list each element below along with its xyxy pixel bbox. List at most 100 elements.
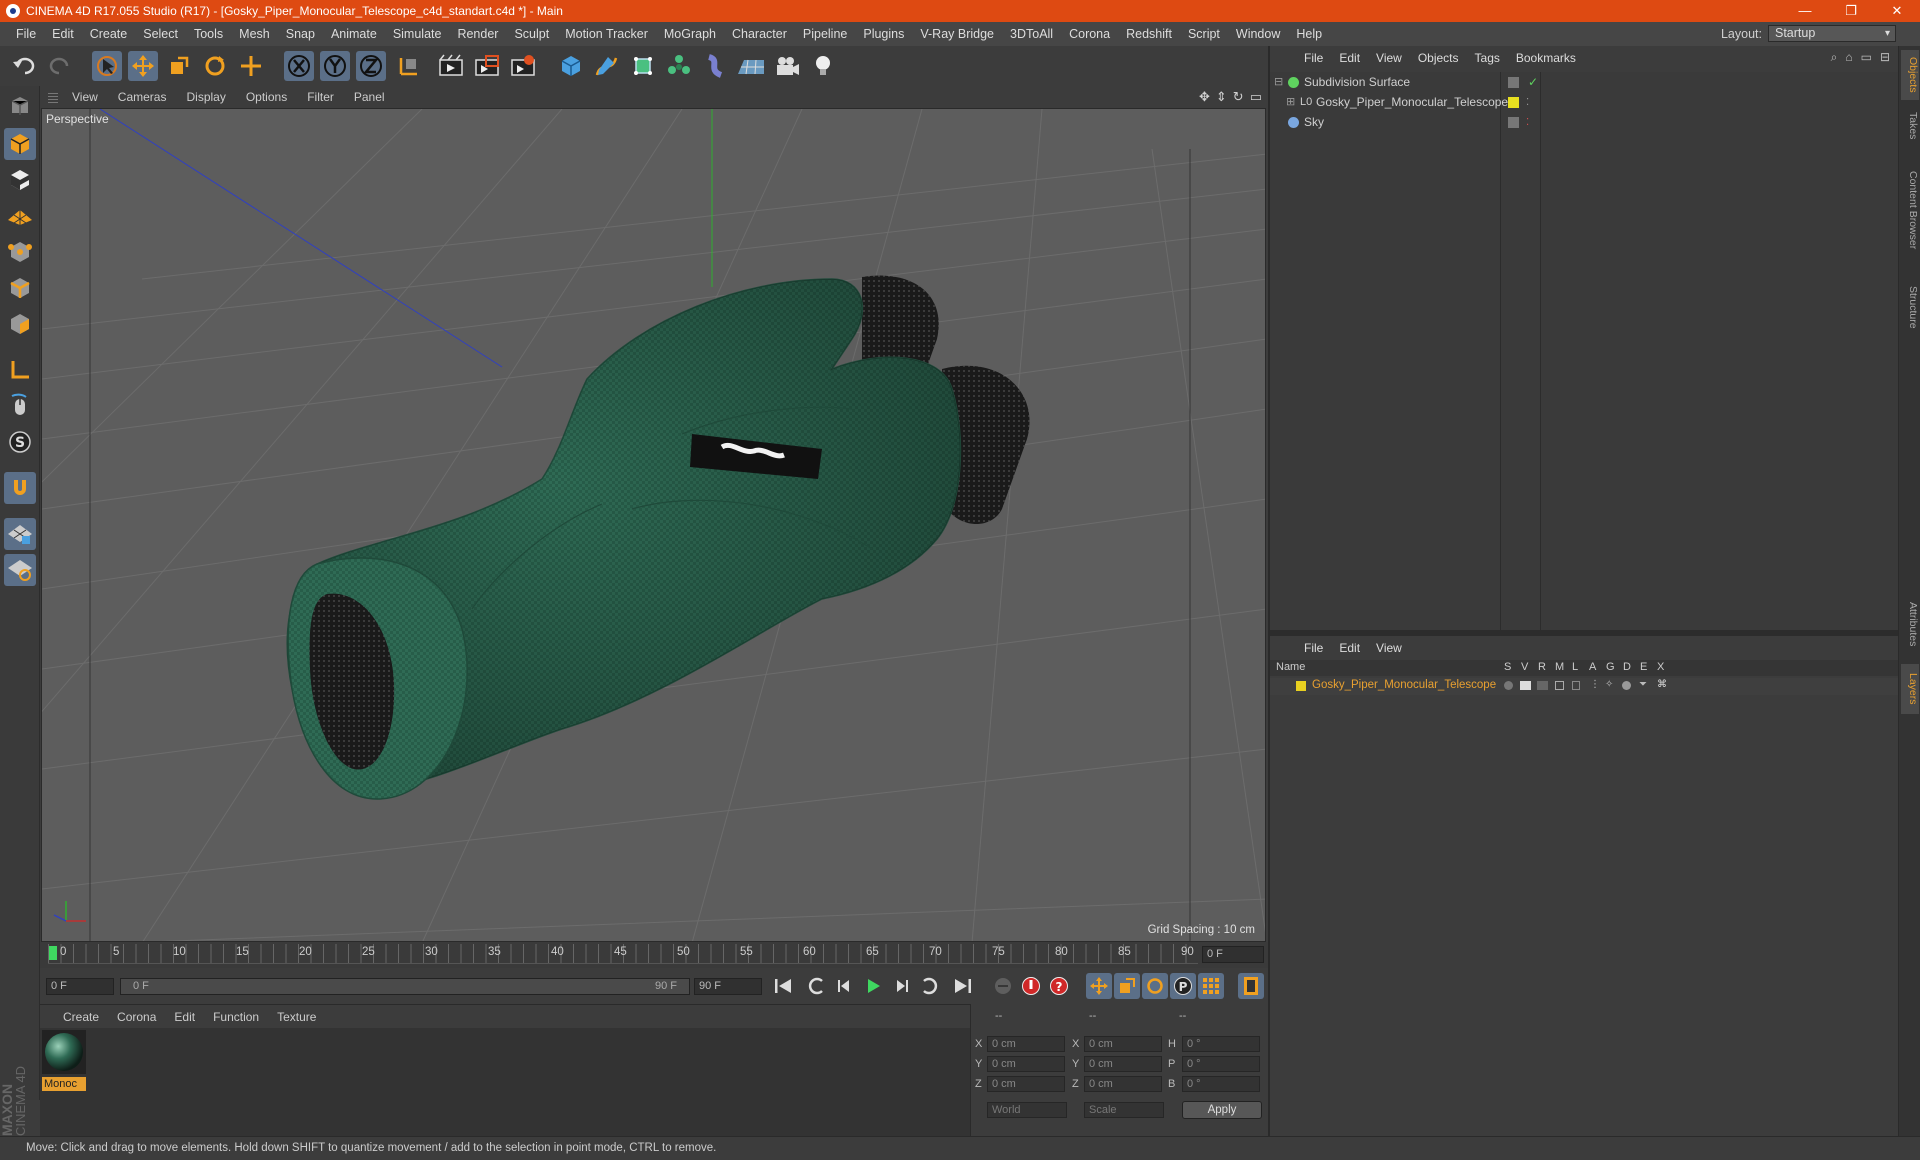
workplane-lock-icon[interactable] (4, 518, 36, 550)
home-icon[interactable]: ⌂ (1845, 50, 1852, 65)
viewport-maximize-icon[interactable]: ▭ (1250, 89, 1262, 105)
layer-col-expressions[interactable]: E (1640, 661, 1647, 673)
timeline-window-icon[interactable] (1238, 973, 1264, 999)
layer-manager-icon[interactable] (1555, 681, 1564, 690)
recent-tools-icon[interactable] (236, 51, 266, 81)
apply-button[interactable]: Apply (1182, 1101, 1262, 1119)
size-z-field[interactable]: 0 cm (1084, 1076, 1162, 1092)
light-icon[interactable] (808, 51, 838, 81)
layer-menu-edit[interactable]: Edit (1331, 641, 1368, 655)
cloner-mograph-icon[interactable] (664, 51, 694, 81)
layer-name[interactable]: Gosky_Piper_Monocular_Telescope (1312, 679, 1496, 691)
enabled-check-icon[interactable]: ✓ (1528, 73, 1538, 92)
layer-col-render[interactable]: R (1538, 661, 1546, 673)
object-menu-file[interactable]: File (1296, 51, 1331, 65)
edges-mode-icon[interactable] (4, 272, 36, 304)
position-x-field[interactable]: 0 cm (987, 1036, 1065, 1052)
position-z-field[interactable]: 0 cm (987, 1076, 1065, 1092)
menu-motion-tracker[interactable]: Motion Tracker (557, 27, 656, 41)
go-to-end-icon[interactable] (950, 973, 976, 999)
layer-render-icon[interactable] (1537, 681, 1548, 690)
layer-animation-icon[interactable]: ⋮ (1590, 679, 1600, 690)
material-menu-function[interactable]: Function (204, 1010, 268, 1024)
render-view-icon[interactable] (436, 51, 466, 81)
points-mode-icon[interactable] (4, 236, 36, 268)
menu-tools[interactable]: Tools (186, 27, 231, 41)
viewport-pan-icon[interactable]: ✥ (1199, 89, 1210, 105)
layer-lock-icon[interactable] (1572, 681, 1580, 690)
layer-xref-icon[interactable]: ⌘ (1657, 679, 1667, 690)
start-frame-field[interactable]: 0 F (46, 978, 114, 995)
layer-view-icon[interactable] (1520, 681, 1531, 690)
layer-deformers-icon[interactable] (1622, 681, 1631, 690)
layer-col-deformers[interactable]: D (1623, 661, 1631, 673)
polygons-mode-icon[interactable] (4, 308, 36, 340)
move-tool-icon[interactable] (128, 51, 158, 81)
object-row-subdivision-surface[interactable]: ⊟ Subdivision Surface ✓ (1270, 73, 1900, 92)
object-menu-edit[interactable]: Edit (1331, 51, 1368, 65)
current-frame-field[interactable]: 0 F (1202, 946, 1264, 963)
undo-icon[interactable] (10, 51, 40, 81)
rotation-p-field[interactable]: 0 ° (1182, 1056, 1260, 1072)
key-pla-icon[interactable] (1198, 973, 1224, 999)
menu-create[interactable]: Create (82, 27, 136, 41)
camera-icon[interactable] (772, 51, 802, 81)
layer-solo-icon[interactable] (1504, 681, 1513, 690)
scale-dropdown[interactable]: Scale (1084, 1102, 1164, 1118)
menu-simulate[interactable]: Simulate (385, 27, 450, 41)
key-scale-icon[interactable] (1114, 973, 1140, 999)
layer-col-view[interactable]: V (1521, 661, 1528, 673)
menu-select[interactable]: Select (135, 27, 186, 41)
menu-3dtoall[interactable]: 3DToAll (1002, 27, 1061, 41)
pen-spline-icon[interactable] (592, 51, 622, 81)
next-key-icon[interactable] (916, 973, 942, 999)
snap-magnet-icon[interactable] (4, 472, 36, 504)
layer-tag-icon[interactable] (1508, 77, 1519, 88)
close-button[interactable]: ✕ (1874, 0, 1920, 22)
floor-scene-icon[interactable] (736, 51, 766, 81)
menu-pipeline[interactable]: Pipeline (795, 27, 855, 41)
range-slider[interactable]: 0 F 90 F (120, 978, 690, 995)
tweak-mode-icon[interactable] (4, 390, 36, 422)
viewport-menu-panel[interactable]: Panel (344, 90, 395, 104)
render-region-icon[interactable] (472, 51, 502, 81)
size-y-field[interactable]: 0 cm (1084, 1056, 1162, 1072)
object-row-sky[interactable]: Sky ⁚ (1270, 113, 1900, 132)
x-axis-lock-icon[interactable] (284, 51, 314, 81)
previous-key-icon[interactable] (804, 973, 830, 999)
maximize-button[interactable]: ❐ (1828, 0, 1874, 22)
side-tab-structure[interactable]: Structure (1901, 274, 1919, 340)
side-tab-content-browser[interactable]: Content Browser (1901, 150, 1919, 270)
workplane-rotate-icon[interactable] (4, 554, 36, 586)
size-x-field[interactable]: 0 cm (1084, 1036, 1162, 1052)
visibility-dots-icon[interactable]: ⁚ (1526, 113, 1529, 132)
layer-col-generators[interactable]: G (1606, 661, 1615, 673)
new-window-icon[interactable]: ▭ (1861, 50, 1872, 65)
model-mode-icon[interactable] (4, 128, 36, 160)
minimize-button[interactable]: — (1782, 0, 1828, 22)
search-icon[interactable]: ⌕ (1831, 50, 1838, 65)
menu-plugins[interactable]: Plugins (855, 27, 912, 41)
object-menu-tags[interactable]: Tags (1467, 51, 1508, 65)
material-menu-create[interactable]: Create (54, 1010, 108, 1024)
menu-corona[interactable]: Corona (1061, 27, 1118, 41)
world-dropdown[interactable]: World (987, 1102, 1067, 1118)
viewport-menu-display[interactable]: Display (176, 90, 235, 104)
menu-animate[interactable]: Animate (323, 27, 385, 41)
coordinate-system-icon[interactable] (394, 51, 424, 81)
layer-menu-file[interactable]: File (1296, 641, 1331, 655)
menu-help[interactable]: Help (1288, 27, 1330, 41)
timeline-playhead[interactable] (49, 946, 57, 960)
perspective-viewport[interactable]: Perspective Grid Spacing : 10 cm (41, 108, 1266, 942)
key-position-icon[interactable] (1086, 973, 1112, 999)
menu-mograph[interactable]: MoGraph (656, 27, 724, 41)
layer-col-animation[interactable]: A (1589, 661, 1596, 673)
viewport-menu-filter[interactable]: Filter (297, 90, 344, 104)
redo-icon[interactable] (44, 51, 74, 81)
viewport-menu-cameras[interactable]: Cameras (108, 90, 177, 104)
layer-color-swatch[interactable] (1296, 681, 1306, 691)
menu-vray-bridge[interactable]: V-Ray Bridge (912, 27, 1002, 41)
material-menu-corona[interactable]: Corona (108, 1010, 165, 1024)
menu-script[interactable]: Script (1180, 27, 1228, 41)
side-tab-takes[interactable]: Takes (1901, 106, 1919, 146)
